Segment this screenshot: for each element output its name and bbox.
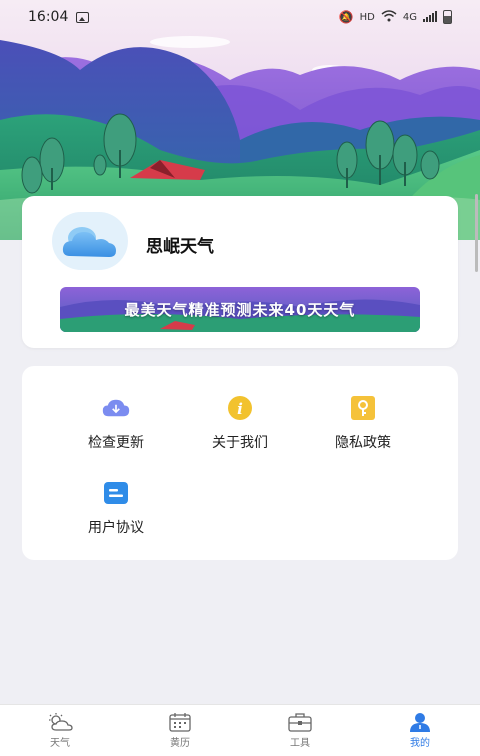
nav-weather[interactable]: 天气 bbox=[0, 705, 120, 756]
app-name: 思岷天气 bbox=[146, 237, 214, 257]
nav-calendar-label: 黄历 bbox=[170, 738, 190, 749]
cloud-download-icon bbox=[102, 394, 130, 422]
hd-indicator: HD bbox=[359, 11, 375, 23]
promo-banner[interactable]: 最美天气精准预测未来40天天气 bbox=[60, 287, 420, 332]
nav-mine[interactable]: 我的 bbox=[360, 705, 480, 756]
status-bar: 16:04 🔕 HD 4G bbox=[0, 0, 480, 34]
menu-card: 检查更新 i 关于我们 隐私政策 用户协议 bbox=[22, 366, 458, 560]
scrollbar[interactable] bbox=[475, 194, 478, 272]
profile-card: 思岷天气 最美天气精准预测未来40天天气 bbox=[22, 196, 458, 348]
privacy-key-icon bbox=[349, 394, 377, 422]
toolbox-icon bbox=[288, 713, 312, 732]
user-profile-icon bbox=[410, 713, 430, 732]
signal-icon bbox=[423, 10, 437, 25]
agreement-document-icon bbox=[102, 479, 130, 507]
battery-icon bbox=[443, 10, 452, 24]
wifi-icon bbox=[381, 9, 397, 25]
about-us-label: 关于我们 bbox=[212, 435, 268, 451]
network-type: 4G bbox=[402, 11, 417, 23]
status-time: 16:04 bbox=[28, 9, 69, 25]
banner-text: 最美天气精准预测未来40天天气 bbox=[124, 301, 356, 319]
nav-mine-label: 我的 bbox=[410, 738, 430, 749]
svg-text:i: i bbox=[237, 400, 243, 418]
image-notification-icon bbox=[76, 11, 90, 23]
privacy-policy-label: 隐私政策 bbox=[335, 435, 391, 451]
bottom-nav: 天气 黄历 工具 我的 bbox=[0, 704, 480, 756]
nav-tools-label: 工具 bbox=[290, 738, 310, 749]
check-update-label: 检查更新 bbox=[88, 435, 144, 451]
user-agreement-button[interactable]: 用户协议 bbox=[56, 479, 176, 537]
app-logo bbox=[52, 212, 128, 270]
privacy-policy-button[interactable]: 隐私政策 bbox=[303, 394, 423, 452]
weather-icon bbox=[49, 713, 73, 731]
user-agreement-label: 用户协议 bbox=[88, 520, 144, 536]
calendar-icon bbox=[169, 713, 191, 732]
info-icon: i bbox=[226, 394, 254, 422]
check-update-button[interactable]: 检查更新 bbox=[56, 394, 176, 452]
about-us-button[interactable]: i 关于我们 bbox=[180, 394, 300, 452]
nav-calendar[interactable]: 黄历 bbox=[120, 705, 240, 756]
mute-vibrate-icon: 🔕 bbox=[338, 10, 354, 24]
nav-weather-label: 天气 bbox=[50, 738, 70, 749]
cloud-icon bbox=[62, 227, 116, 257]
nav-tools[interactable]: 工具 bbox=[240, 705, 360, 756]
